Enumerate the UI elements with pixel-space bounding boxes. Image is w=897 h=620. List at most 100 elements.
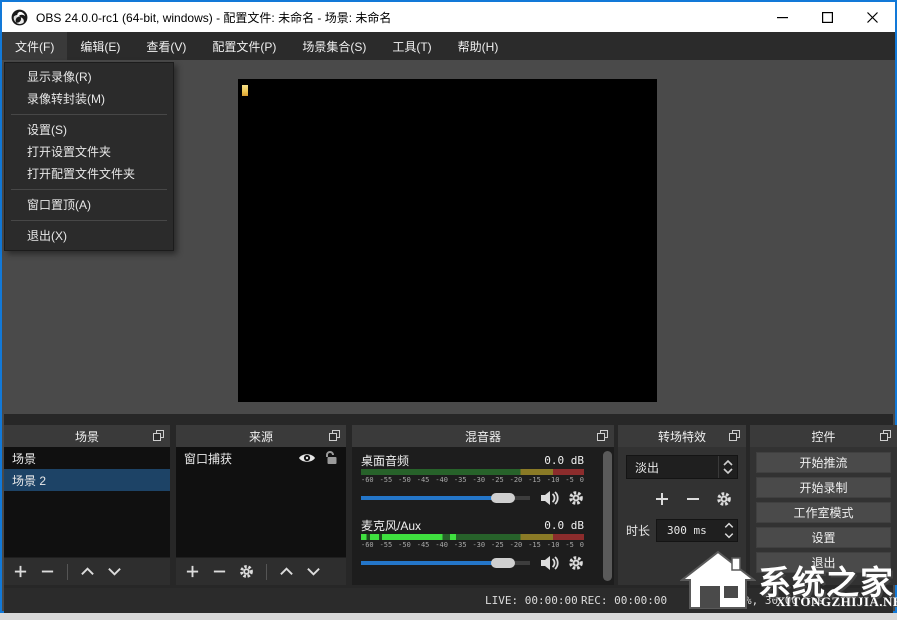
speaker-unmuted-icon[interactable] xyxy=(539,490,559,506)
menu-view[interactable]: 查看(V) xyxy=(133,32,199,60)
scene-item-selected[interactable]: 场景 2 xyxy=(4,469,170,491)
menu-scene-collection[interactable]: 场景集合(S) xyxy=(289,32,379,60)
titlebar: OBS 24.0.0-rc1 (64-bit, windows) - 配置文件:… xyxy=(2,2,895,32)
studio-mode-button[interactable]: 工作室模式 xyxy=(756,502,891,523)
dock-float-icon[interactable] xyxy=(329,430,340,441)
move-scene-up-button[interactable] xyxy=(80,564,95,579)
settings-button[interactable]: 设置 xyxy=(756,527,891,548)
menu-profile[interactable]: 配置文件(P) xyxy=(199,32,289,60)
source-item[interactable]: 窗口捕获 xyxy=(176,447,346,469)
mixer-scrollbar[interactable] xyxy=(603,451,612,581)
rec-time-status: REC: 00:00:00 xyxy=(581,594,667,607)
controls-body: 开始推流 开始录制 工作室模式 设置 退出 xyxy=(750,447,897,585)
scenes-dock-title: 场景 xyxy=(75,428,99,445)
transition-properties-gear-icon[interactable] xyxy=(716,491,732,507)
transitions-dock-title: 转场特效 xyxy=(658,428,706,445)
mixer-body: 桌面音频 0.0 dB -60-55-50-45-40-35-30-25-20-… xyxy=(352,447,614,585)
start-recording-button[interactable]: 开始录制 xyxy=(756,477,891,498)
dock-float-icon[interactable] xyxy=(880,430,891,441)
source-item-label: 窗口捕获 xyxy=(184,450,232,467)
minimize-icon xyxy=(777,12,788,23)
file-menu-open-profile-folder[interactable]: 打开配置文件文件夹 xyxy=(5,163,173,185)
duration-spinbox[interactable]: 300 ms xyxy=(656,519,738,542)
scenes-dock-header: 场景 xyxy=(4,425,170,447)
menu-bar: 文件(F) 编辑(E) 查看(V) 配置文件(P) 场景集合(S) 工具(T) … xyxy=(2,32,895,60)
volume-slider-handle[interactable] xyxy=(491,493,515,503)
mixer-dock-title: 混音器 xyxy=(465,428,501,445)
menu-edit[interactable]: 编辑(E) xyxy=(67,32,133,60)
duration-increase-button[interactable] xyxy=(720,520,737,531)
scenes-toolbar xyxy=(4,557,170,585)
meter-scale: -60-55-50-45-40-35-30-25-20-15-10-50 xyxy=(361,476,584,485)
lock-open-icon[interactable] xyxy=(324,451,338,465)
remove-source-button[interactable] xyxy=(212,564,227,579)
file-menu-exit[interactable]: 退出(X) xyxy=(5,225,173,247)
channel-db-value: 0.0 dB xyxy=(544,519,584,532)
sources-dock-title: 来源 xyxy=(249,428,273,445)
close-button[interactable] xyxy=(850,2,895,32)
menu-separator xyxy=(11,220,167,221)
file-menu-settings[interactable]: 设置(S) xyxy=(5,119,173,141)
menu-tools[interactable]: 工具(T) xyxy=(379,32,444,60)
transition-select[interactable]: 淡出 xyxy=(626,455,738,479)
duration-label: 时长 xyxy=(626,522,650,539)
dock-float-icon[interactable] xyxy=(597,430,608,441)
scenes-dock: 场景 场景 场景 2 xyxy=(4,425,170,585)
window-title: OBS 24.0.0-rc1 (64-bit, windows) - 配置文件:… xyxy=(36,9,391,26)
volume-meter xyxy=(361,469,584,475)
dock-area: 场景 场景 场景 2 来源 窗口捕获 xyxy=(4,414,893,588)
file-menu-dropdown: 显示录像(R) 录像转封装(M) 设置(S) 打开设置文件夹 打开配置文件文件夹… xyxy=(4,62,174,251)
duration-value: 300 ms xyxy=(657,524,707,537)
scenes-list: 场景 场景 2 xyxy=(4,447,170,557)
dock-float-icon[interactable] xyxy=(153,430,164,441)
source-properties-gear-icon[interactable] xyxy=(239,564,254,579)
volume-slider[interactable] xyxy=(361,553,530,573)
channel-settings-gear-icon[interactable] xyxy=(568,555,584,571)
toolbar-separator xyxy=(266,564,267,580)
volume-slider[interactable] xyxy=(361,488,530,508)
move-scene-down-button[interactable] xyxy=(107,564,122,579)
sources-dock: 来源 窗口捕获 xyxy=(176,425,346,585)
mixer-channel-mic-aux: 麦克风/Aux 0.0 dB -60-55-50-45-40-35-30-25-… xyxy=(361,517,584,573)
add-source-button[interactable] xyxy=(185,564,200,579)
volume-slider-handle[interactable] xyxy=(491,558,515,568)
channel-name: 桌面音频 xyxy=(361,452,409,469)
preview-canvas xyxy=(238,79,657,402)
combo-arrows-icon[interactable] xyxy=(718,456,737,478)
mixer-dock-header: 混音器 xyxy=(352,425,614,447)
meter-scale: -60-55-50-45-40-35-30-25-20-15-10-50 xyxy=(361,541,584,550)
scene-item-label: 场景 2 xyxy=(12,472,46,489)
add-scene-button[interactable] xyxy=(13,564,28,579)
menu-help[interactable]: 帮助(H) xyxy=(445,32,512,60)
file-menu-show-recordings[interactable]: 显示录像(R) xyxy=(5,66,173,88)
file-menu-remux-recordings[interactable]: 录像转封装(M) xyxy=(5,88,173,110)
file-menu-always-on-top[interactable]: 窗口置顶(A) xyxy=(5,194,173,216)
sources-toolbar xyxy=(176,557,346,585)
move-source-up-button[interactable] xyxy=(279,564,294,579)
add-transition-button[interactable] xyxy=(654,491,670,507)
visibility-eye-icon[interactable] xyxy=(298,452,316,464)
file-menu-open-settings-folder[interactable]: 打开设置文件夹 xyxy=(5,141,173,163)
mixer-channel-desktop-audio: 桌面音频 0.0 dB -60-55-50-45-40-35-30-25-20-… xyxy=(361,452,584,508)
volume-meter-active xyxy=(361,534,584,540)
transition-selected-value: 淡出 xyxy=(627,456,718,478)
remove-scene-button[interactable] xyxy=(40,564,55,579)
remove-transition-button[interactable] xyxy=(685,491,701,507)
obs-window: OBS 24.0.0-rc1 (64-bit, windows) - 配置文件:… xyxy=(0,0,897,613)
minimize-button[interactable] xyxy=(760,2,805,32)
status-bar: LIVE: 00:00:00 REC: 00:00:00 CPU: 6.3%, … xyxy=(4,588,893,613)
maximize-button[interactable] xyxy=(805,2,850,32)
cpu-fps-status: CPU: 6.3%, 30.00 fps xyxy=(692,594,824,607)
transitions-dock-header: 转场特效 xyxy=(618,425,746,447)
start-streaming-button[interactable]: 开始推流 xyxy=(756,452,891,473)
live-time-status: LIVE: 00:00:00 xyxy=(485,594,578,607)
maximize-icon xyxy=(822,12,833,23)
duration-decrease-button[interactable] xyxy=(720,531,737,542)
speaker-unmuted-icon[interactable] xyxy=(539,555,559,571)
exit-button[interactable]: 退出 xyxy=(756,552,891,573)
channel-settings-gear-icon[interactable] xyxy=(568,490,584,506)
menu-file[interactable]: 文件(F) xyxy=(2,32,67,60)
scene-item[interactable]: 场景 xyxy=(4,447,170,469)
dock-float-icon[interactable] xyxy=(729,430,740,441)
move-source-down-button[interactable] xyxy=(306,564,321,579)
